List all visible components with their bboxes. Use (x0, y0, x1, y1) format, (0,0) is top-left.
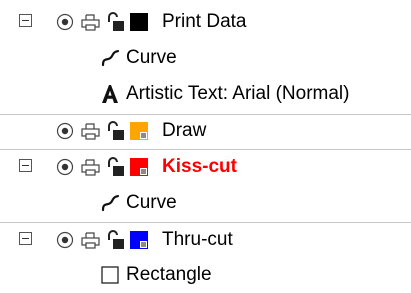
layer-label: Thru-cut (162, 229, 233, 250)
color-swatch[interactable] (130, 158, 148, 176)
artistic-text-icon (100, 76, 122, 112)
layer-row-print-data[interactable]: Print Data (0, 4, 411, 40)
lock-icon[interactable] (106, 149, 126, 185)
swatch-mini-marker (140, 241, 147, 248)
object-row-artistic-text[interactable]: Artistic Text: Arial (Normal) (0, 76, 411, 112)
color-swatch[interactable] (130, 122, 148, 140)
object-row-curve[interactable]: Curve (0, 185, 411, 221)
layer-row-kiss-cut[interactable]: Kiss-cut (0, 149, 411, 185)
lock-icon[interactable] (106, 222, 126, 258)
layer-label: Draw (162, 120, 207, 141)
object-row-curve[interactable]: Curve (0, 40, 411, 76)
swatch-mini-marker (140, 168, 147, 175)
color-swatch[interactable] (130, 13, 148, 31)
curve-icon (100, 40, 122, 76)
printer-icon[interactable] (80, 149, 102, 185)
object-label: Curve (126, 47, 177, 68)
curve-icon (100, 185, 122, 221)
object-label: Curve (126, 192, 177, 213)
eye-icon[interactable] (55, 113, 77, 149)
eye-icon[interactable] (55, 149, 77, 185)
layer-row-thru-cut[interactable]: Thru-cut (0, 222, 411, 258)
object-label: Artistic Text: Arial (Normal) (126, 83, 350, 104)
collapse-toggle[interactable] (19, 232, 32, 245)
collapse-toggle[interactable] (19, 159, 32, 172)
layer-label: Print Data (162, 11, 247, 32)
lock-icon[interactable] (106, 4, 126, 40)
color-swatch[interactable] (130, 231, 148, 249)
printer-icon[interactable] (80, 113, 102, 149)
eye-icon[interactable] (55, 222, 77, 258)
collapse-toggle[interactable] (19, 14, 32, 27)
printer-icon[interactable] (80, 222, 102, 258)
eye-icon[interactable] (55, 4, 77, 40)
swatch-mini-marker (140, 132, 147, 139)
lock-icon[interactable] (106, 113, 126, 149)
layer-label: Kiss-cut (162, 156, 237, 177)
printer-icon[interactable] (80, 4, 102, 40)
layer-row-draw[interactable]: Draw (0, 113, 411, 149)
